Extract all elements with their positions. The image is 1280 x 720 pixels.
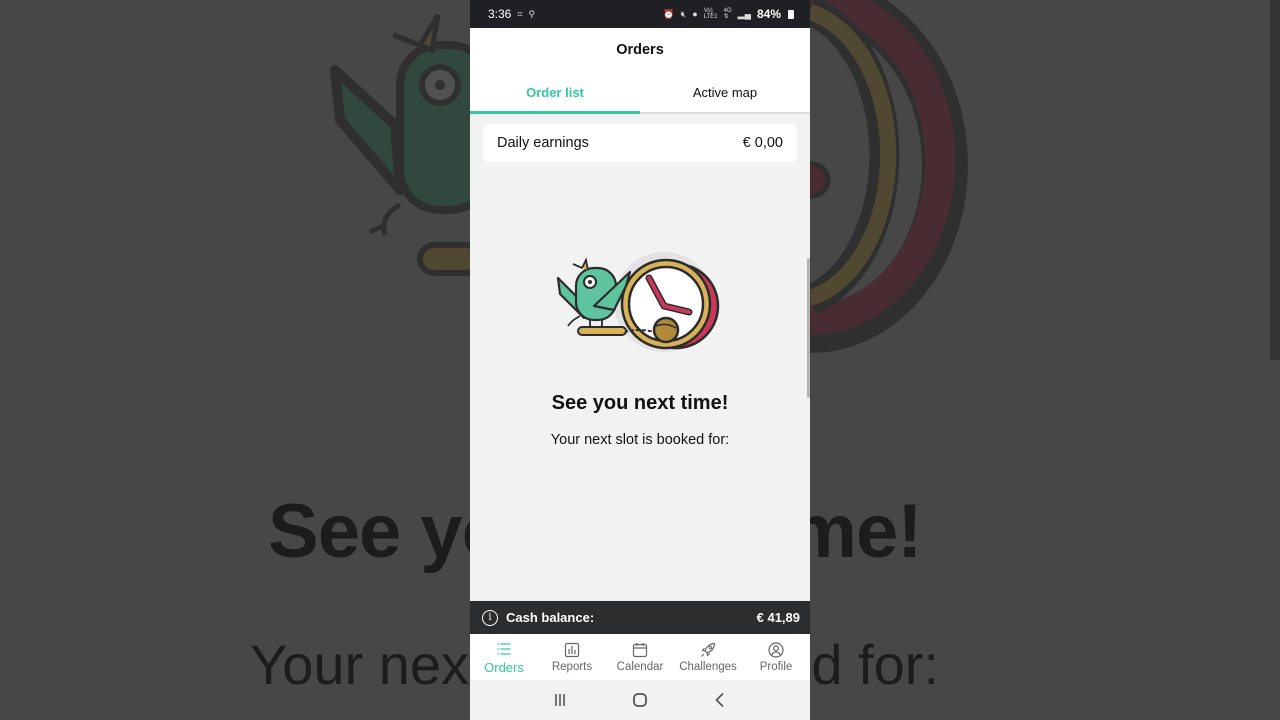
location-icon: ⚲ <box>528 8 536 19</box>
user-circle-icon <box>768 642 784 658</box>
calendar-icon <box>632 643 648 658</box>
nav-reports[interactable]: Reports <box>538 634 606 680</box>
page-title: Orders <box>616 42 664 58</box>
nav-calendar-label: Calendar <box>616 661 664 673</box>
recents-icon[interactable] <box>551 691 569 709</box>
volte-icon: Vo) LTE1 <box>703 8 718 20</box>
list-icon <box>497 642 511 655</box>
system-navigation-bar <box>470 680 810 720</box>
scrollbar[interactable] <box>807 258 810 398</box>
cash-balance-bar[interactable]: i Cash balance: € 41,89 <box>470 601 810 634</box>
back-icon[interactable] <box>711 691 729 709</box>
bottom-navigation: Orders Reports Calendar Challenges Profi… <box>470 634 810 680</box>
tab-order-list[interactable]: Order list <box>470 72 640 114</box>
daily-earnings-value: € 0,00 <box>742 135 783 151</box>
nav-orders-label: Orders <box>484 659 524 675</box>
nav-profile[interactable]: Profile <box>742 634 810 680</box>
battery-icon <box>788 9 794 19</box>
screen: See you next time! Your next slot is boo… <box>0 0 1280 720</box>
home-icon[interactable] <box>631 691 649 709</box>
empty-state-title: See you next time! <box>551 392 729 414</box>
4g-icon: 4G ⇅ <box>723 8 732 20</box>
status-bar: 3:36 ⌗ ⚲ ⏰ 🔇︎ ● Vo) LTE1 4G ⇅ ▂▄ 84% <box>470 0 810 28</box>
alarm-icon: ⏰ <box>663 8 675 19</box>
bird-clock-illustration <box>556 252 720 352</box>
status-time: 3:36 <box>488 7 512 21</box>
nav-challenges[interactable]: Challenges <box>674 634 742 680</box>
nav-challenges-label: Challenges <box>679 661 737 673</box>
screenshot-icon: ⌗ <box>517 8 523 19</box>
empty-state-subtitle: Your next slot is booked for: <box>550 432 730 448</box>
tab-bar: Order list Active map <box>470 72 810 114</box>
background-scroll-echo <box>1270 0 1280 360</box>
location-icon: ● <box>692 9 698 19</box>
signal-icon: ▂▄ <box>737 8 751 19</box>
info-icon[interactable]: i <box>482 609 498 626</box>
daily-earnings-label: Daily earnings <box>497 135 589 151</box>
app-header: Orders Order list Active map <box>470 28 810 114</box>
phone-screen: 3:36 ⌗ ⚲ ⏰ 🔇︎ ● Vo) LTE1 4G ⇅ ▂▄ 84% Order… <box>470 0 810 720</box>
tab-active-map[interactable]: Active map <box>640 72 810 112</box>
nav-reports-label: Reports <box>551 661 593 673</box>
mute-icon: 🔇︎ <box>680 8 687 19</box>
cash-balance-value: € 41,89 <box>756 610 800 625</box>
nav-profile-label: Profile <box>759 661 793 673</box>
daily-earnings-card: Daily earnings € 0,00 <box>483 124 797 162</box>
rocket-icon <box>701 642 716 657</box>
nav-calendar[interactable]: Calendar <box>606 634 674 680</box>
cash-balance-label: Cash balance: <box>506 610 595 625</box>
battery-percent: 84% <box>756 7 781 21</box>
nav-orders[interactable]: Orders <box>470 634 538 680</box>
bar-chart-icon <box>564 642 580 658</box>
